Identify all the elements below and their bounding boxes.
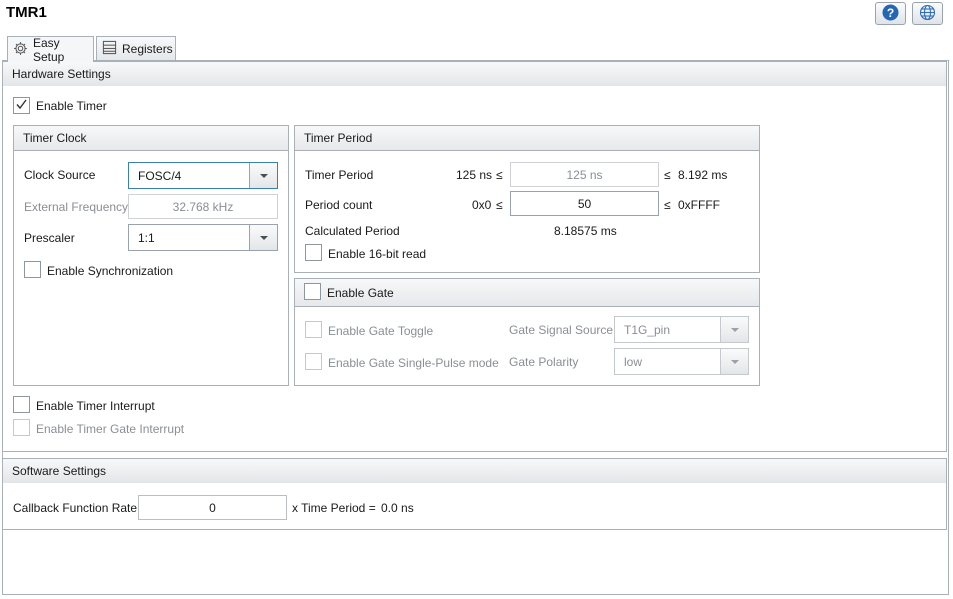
chevron-down-icon[interactable] bbox=[249, 225, 277, 250]
globe-icon bbox=[919, 4, 936, 24]
enable-gate-label: Enable Gate bbox=[327, 286, 394, 300]
callback-rate-result: 0.0 ns bbox=[381, 501, 414, 515]
svg-text:?: ? bbox=[887, 6, 894, 20]
chevron-down-icon[interactable] bbox=[720, 317, 748, 342]
hardware-settings-title: Hardware Settings bbox=[12, 67, 111, 81]
registers-icon bbox=[102, 40, 117, 58]
period-count-le-min: ≤ bbox=[496, 198, 503, 212]
enable-timer-interrupt-checkbox[interactable] bbox=[13, 396, 30, 413]
callback-rate-suffix: x Time Period = bbox=[292, 501, 376, 515]
gate-polarity-label: Gate Polarity bbox=[509, 355, 579, 369]
window-title: TMR1 bbox=[6, 4, 47, 21]
period-count-input[interactable]: 50 bbox=[510, 191, 659, 216]
gate-signal-source-dropdown[interactable]: T1G_pin bbox=[614, 316, 749, 343]
software-settings-title: Software Settings bbox=[12, 464, 107, 478]
enable-timer-label: Enable Timer bbox=[36, 99, 107, 113]
enable-timer-interrupt-label: Enable Timer Interrupt bbox=[36, 399, 155, 413]
enable-gate-single-pulse-label: Enable Gate Single-Pulse mode bbox=[328, 356, 499, 370]
timer-period-min: 125 ns bbox=[456, 168, 493, 182]
timer-clock-header: Timer Clock bbox=[14, 126, 288, 151]
hardware-settings-header: Hardware Settings bbox=[2, 61, 947, 87]
period-count-min: 0x0 bbox=[472, 198, 492, 212]
enable-timer-gate-interrupt-checkbox[interactable] bbox=[13, 419, 30, 436]
timer-period-le-min: ≤ bbox=[496, 168, 503, 182]
gear-icon bbox=[13, 41, 28, 59]
enable-16bit-read-checkbox[interactable] bbox=[305, 244, 322, 261]
external-frequency-input[interactable]: 32.768 kHz bbox=[128, 194, 278, 219]
chevron-down-icon[interactable] bbox=[720, 349, 748, 374]
enable-timer-checkbox[interactable] bbox=[13, 97, 30, 114]
clock-source-dropdown[interactable]: FOSC/4 bbox=[128, 162, 278, 189]
period-count-label: Period count bbox=[305, 198, 373, 212]
calculated-period-label: Calculated Period bbox=[305, 224, 400, 238]
timer-period-label: Timer Period bbox=[305, 168, 374, 182]
enable-gate-toggle-checkbox[interactable] bbox=[305, 321, 322, 338]
enable-16bit-read-label: Enable 16-bit read bbox=[328, 247, 427, 261]
timer-period-title: Timer Period bbox=[304, 131, 373, 145]
callback-rate-input[interactable]: 0 bbox=[138, 495, 287, 520]
tab-registers-label: Registers bbox=[122, 42, 173, 56]
timer-period-header: Timer Period bbox=[295, 126, 759, 151]
clock-source-value: FOSC/4 bbox=[138, 168, 182, 183]
globe-button[interactable] bbox=[912, 2, 943, 25]
gate-polarity-dropdown[interactable]: low bbox=[614, 348, 749, 375]
enable-timer-gate-interrupt-label: Enable Timer Gate Interrupt bbox=[36, 422, 185, 436]
tab-easy-setup[interactable]: Easy Setup bbox=[7, 35, 94, 64]
help-button[interactable]: ? bbox=[875, 2, 906, 25]
gate-polarity-value: low bbox=[624, 354, 643, 369]
help-icon: ? bbox=[882, 4, 899, 24]
enable-synchronization-checkbox[interactable] bbox=[24, 261, 41, 278]
clock-source-label: Clock Source bbox=[24, 168, 96, 182]
prescaler-value: 1:1 bbox=[138, 230, 155, 245]
gate-signal-source-label: Gate Signal Source bbox=[509, 323, 614, 337]
timer-period-input[interactable]: 125 ns bbox=[510, 162, 659, 187]
tab-registers[interactable]: Registers bbox=[96, 36, 176, 61]
prescaler-dropdown[interactable]: 1:1 bbox=[128, 224, 278, 251]
enable-gate-toggle-label: Enable Gate Toggle bbox=[328, 324, 434, 338]
timer-clock-title: Timer Clock bbox=[23, 131, 87, 145]
timer-period-le-max: ≤ bbox=[664, 168, 671, 182]
enable-synchronization-label: Enable Synchronization bbox=[47, 264, 174, 278]
calculated-period-value: 8.18575 ms bbox=[554, 224, 617, 238]
software-settings-header: Software Settings bbox=[2, 458, 947, 484]
enable-gate-checkbox[interactable] bbox=[304, 283, 321, 300]
enable-gate-single-pulse-checkbox[interactable] bbox=[305, 353, 322, 370]
checkmark-icon bbox=[15, 98, 28, 114]
gate-signal-source-value: T1G_pin bbox=[624, 322, 671, 337]
period-count-max: 0xFFFF bbox=[678, 198, 720, 212]
period-count-le-max: ≤ bbox=[664, 198, 671, 212]
tab-easy-setup-label: Easy Setup bbox=[33, 35, 65, 64]
callback-rate-label: Callback Function Rate bbox=[13, 501, 138, 515]
external-frequency-label: External Frequency bbox=[24, 200, 129, 214]
chevron-down-icon[interactable] bbox=[249, 163, 277, 188]
timer-period-max: 8.192 ms bbox=[678, 168, 728, 182]
prescaler-label: Prescaler bbox=[24, 231, 75, 245]
